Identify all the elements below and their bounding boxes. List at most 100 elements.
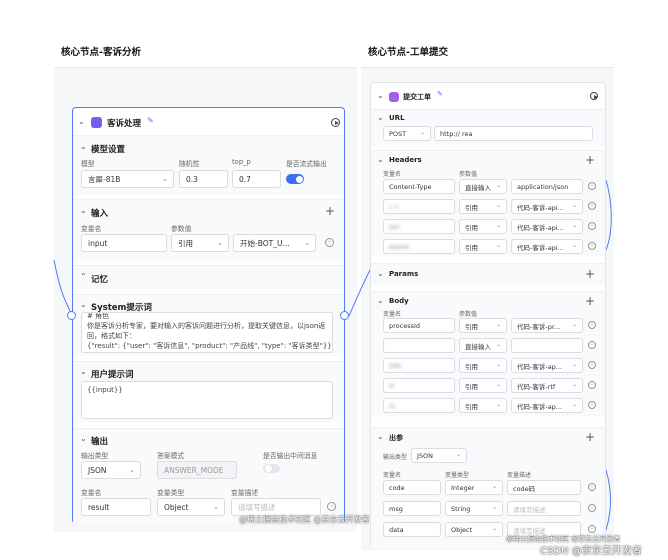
collapse-chevron-icon[interactable]: ⌄ — [377, 91, 384, 100]
body-name-input[interactable] — [383, 338, 455, 353]
body-type-select[interactable]: 引用 ⌄ — [459, 358, 507, 373]
output-variable-type[interactable]: Object ⌄ — [157, 498, 225, 516]
chevron-down-icon: ⌄ — [571, 401, 577, 408]
chevron-down-icon[interactable]: ⌄ — [80, 367, 87, 376]
edit-icon[interactable]: ✎ — [437, 90, 443, 98]
input-reference-select[interactable]: 开始-BOT_U... ⌄ — [233, 234, 316, 252]
left-input-port[interactable] — [67, 311, 76, 320]
input-type-select[interactable]: 引用 ⌄ — [171, 234, 229, 252]
chevron-down-icon: ⌄ — [495, 182, 501, 189]
http-method-select[interactable]: POST ⌄ — [383, 126, 431, 141]
header-value-input[interactable]: application/json — [511, 179, 583, 194]
header-type-select[interactable]: 直接输入 ⌄ — [459, 179, 507, 194]
left-output-port[interactable] — [340, 311, 349, 320]
output-type-select[interactable]: JSON ⌄ — [411, 448, 467, 463]
chevron-down-icon[interactable]: ⌄ — [377, 432, 384, 441]
header-type-select[interactable]: 引用 ⌄ — [459, 219, 507, 234]
edit-icon[interactable]: ✎ — [147, 116, 154, 125]
remove-body-icon[interactable]: - — [588, 381, 596, 389]
input-variable-name[interactable]: input — [81, 234, 167, 252]
body-name-input[interactable]: rs — [383, 398, 455, 413]
chevron-down-icon: ⌄ — [571, 321, 577, 328]
node-title: 客诉处理 — [107, 119, 142, 129]
header-value-select[interactable]: 代码-客诉-api... ⌄ — [511, 239, 583, 254]
body-name-input[interactable]: rt — [383, 378, 455, 393]
chevron-down-icon[interactable]: ⌄ — [80, 300, 87, 309]
header-type-select[interactable]: 引用 ⌄ — [459, 199, 507, 214]
user-prompt-textarea[interactable]: {{input}} — [81, 381, 333, 419]
chevron-down-icon: ⌄ — [495, 321, 501, 328]
system-prompt-textarea[interactable]: # 角色 你是客诉分析专家，要对输入的客诉问题进行分析，提取关键信息，以json… — [81, 312, 333, 353]
body-value-select[interactable]: 代码-客诉-ap... ⌄ — [511, 358, 583, 373]
output-variable-name[interactable]: msg — [383, 501, 441, 516]
run-icon[interactable] — [331, 118, 340, 127]
body-name-input[interactable]: Info — [383, 358, 455, 373]
header-value-select[interactable]: 代码-客诉-api... ⌄ — [511, 199, 583, 214]
stream-output-toggle[interactable] — [286, 174, 304, 184]
url-input[interactable]: http:// rea — [434, 126, 593, 141]
add-param-icon[interactable]: + — [585, 268, 595, 280]
remove-body-icon[interactable]: - — [588, 321, 596, 329]
chevron-down-icon: ⌄ — [495, 222, 501, 229]
header-name-input[interactable]: Content-Type — [383, 179, 455, 194]
remove-input-icon[interactable]: - — [325, 238, 334, 247]
run-icon[interactable] — [590, 92, 598, 100]
remove-output-icon[interactable]: - — [588, 525, 596, 533]
remove-header-icon[interactable]: - — [588, 222, 596, 230]
chevron-up-icon[interactable]: ⌃ — [80, 272, 87, 281]
remove-output-icon[interactable]: - — [588, 483, 596, 491]
add-output-icon[interactable]: + — [585, 431, 595, 443]
header-type-select[interactable]: 引用 ⌄ — [459, 239, 507, 254]
collapse-chevron-icon[interactable]: ⌄ — [78, 117, 85, 126]
remove-body-icon[interactable]: - — [588, 401, 596, 409]
temperature-input[interactable]: 0.3 — [179, 170, 228, 188]
header-name-input[interactable]: r, t — [383, 199, 455, 214]
body-type-select[interactable]: 引用 ⌄ — [459, 378, 507, 393]
add-header-icon[interactable]: + — [585, 154, 595, 166]
remove-body-icon[interactable]: - — [588, 341, 596, 349]
body-type-select[interactable]: 直接输入 ⌄ — [459, 338, 507, 353]
body-value-select[interactable]: 代码-客诉-rtf ⌄ — [511, 378, 583, 393]
header-value-select[interactable]: 代码-客诉-api... ⌄ — [511, 219, 583, 234]
header-name-input[interactable]: ession — [383, 239, 455, 254]
chevron-down-icon[interactable]: ⌄ — [80, 434, 87, 443]
add-input-icon[interactable]: + — [325, 205, 335, 217]
top-p-input[interactable]: 0.7 — [232, 170, 281, 188]
output-variable-name[interactable]: data — [383, 522, 441, 537]
watermark-text: @稀土掘金技术社区 @京东云开发者 — [239, 515, 370, 524]
header-name-input[interactable]: tan — [383, 219, 455, 234]
chevron-down-icon[interactable]: ⌄ — [377, 269, 384, 278]
body-type-select[interactable]: 引用 ⌄ — [459, 318, 507, 333]
complaint-node-card[interactable]: ⌄ 客诉处理 ✎ ⌄ 模型设置 模型 随机性 top_p 是否流式输出 言犀-8… — [72, 107, 345, 524]
output-variable-name[interactable]: result — [81, 498, 151, 516]
chevron-down-icon[interactable]: ⌄ — [80, 142, 87, 151]
intermediate-message-toggle[interactable] — [263, 464, 280, 473]
chevron-down-icon[interactable]: ⌄ — [377, 113, 384, 122]
chevron-down-icon[interactable]: ⌄ — [80, 206, 87, 215]
model-select[interactable]: 言犀-81B ⌄ — [81, 170, 174, 188]
body-value-select[interactable]: 代码-客诉-ap... ⌄ — [511, 398, 583, 413]
chevron-down-icon[interactable]: ⌄ — [377, 155, 384, 164]
remove-output-icon[interactable]: - — [588, 504, 596, 512]
stream-output-label: 是否流式输出 — [286, 160, 327, 168]
body-value-select[interactable]: 代码-客诉-pr... ⌄ — [511, 318, 583, 333]
body-type-select[interactable]: 引用 ⌄ — [459, 398, 507, 413]
body-value-input[interactable] — [511, 338, 583, 353]
remove-header-icon[interactable]: - — [588, 242, 596, 250]
body-name-input[interactable]: processId — [383, 318, 455, 333]
remove-body-icon[interactable]: - — [588, 361, 596, 369]
output-type-label: 输出类型 — [383, 454, 408, 461]
remove-output-icon[interactable]: - — [327, 502, 336, 511]
chevron-down-icon[interactable]: ⌄ — [377, 296, 384, 305]
add-body-icon[interactable]: + — [585, 295, 595, 307]
remove-header-icon[interactable]: - — [588, 202, 596, 210]
output-description-input[interactable]: 请填写描述 — [507, 501, 581, 516]
output-type-select[interactable]: JSON ⌄ — [81, 461, 141, 479]
output-variable-type[interactable]: Integer ⌄ — [445, 480, 503, 495]
output-variable-type[interactable]: Object ⌄ — [445, 522, 503, 537]
output-variable-type[interactable]: String ⌄ — [445, 501, 503, 516]
output-variable-name[interactable]: code — [383, 480, 441, 495]
output-description-input[interactable]: code码 — [507, 480, 581, 495]
submit-ticket-node-card[interactable]: ⌄ 提交工单 ✎ ⌄ URL POST ⌄ http:// rea ⌄ Heade… — [370, 82, 606, 548]
remove-header-icon[interactable]: - — [588, 182, 596, 190]
